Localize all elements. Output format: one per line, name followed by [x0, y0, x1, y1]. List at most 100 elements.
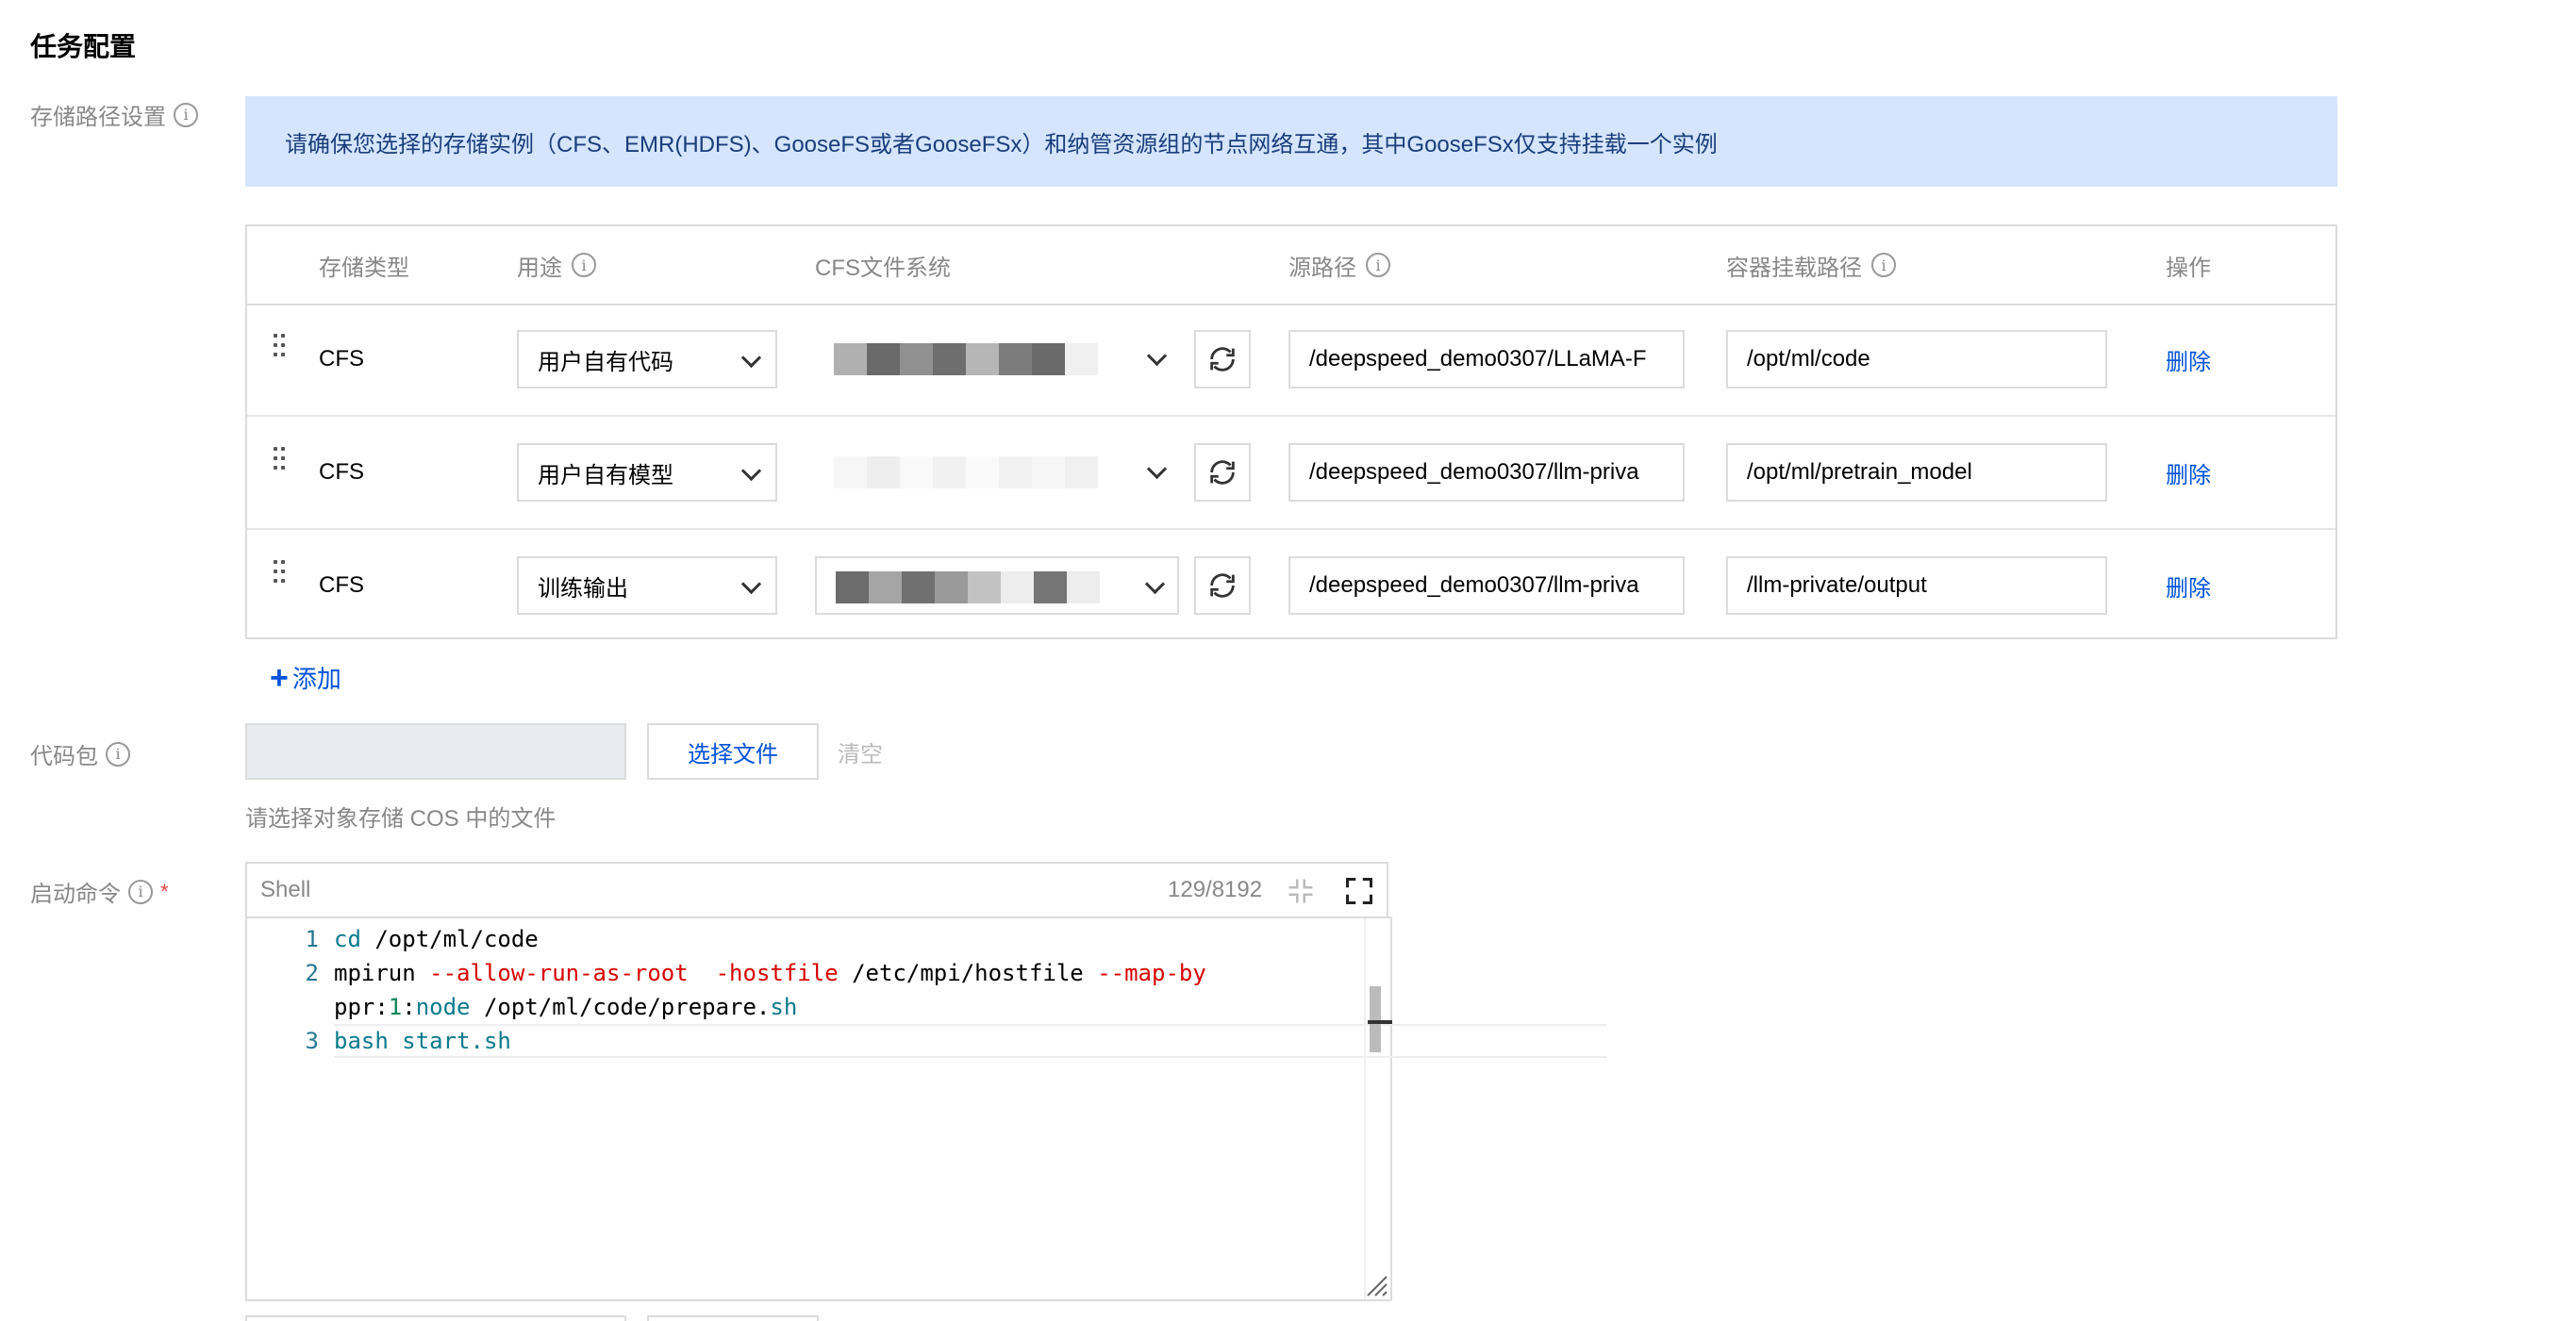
- line-number: 1: [305, 926, 319, 952]
- column-header-usage-text: 用途: [517, 255, 562, 281]
- code-token: /opt/ml/code: [360, 926, 539, 952]
- section-title: 任务配置: [30, 32, 137, 61]
- info-icon[interactable]: i: [128, 879, 153, 904]
- delete-link[interactable]: 删除: [2166, 417, 2211, 528]
- editor-scrollbar[interactable]: [1364, 918, 1394, 1299]
- editor-header: Shell 129/8192: [245, 862, 1388, 916]
- add-storage-label: 添加: [291, 665, 341, 693]
- column-header-source-path: 源路径 i: [1288, 226, 1390, 304]
- code-token: bash start.sh: [334, 1028, 511, 1054]
- character-count: 129/8192: [1168, 877, 1263, 902]
- table-row: CFS 用户自有代码 /deepspeed_demo0307/LLaMA-F /…: [247, 304, 2335, 417]
- column-header-filesystem: CFS文件系统: [815, 255, 951, 281]
- plus-icon: +: [270, 659, 289, 696]
- delete-link[interactable]: 删除: [2166, 530, 2211, 641]
- info-icon[interactable]: i: [174, 102, 198, 127]
- drag-handle-icon[interactable]: [274, 334, 289, 366]
- refresh-button[interactable]: [1194, 556, 1251, 615]
- code-token: 1: [388, 994, 403, 1020]
- code-token: --map-by: [1097, 960, 1206, 986]
- code-text: cd /opt/ml/code: [334, 922, 539, 956]
- storage-type: CFS: [319, 459, 364, 485]
- mount-path-input[interactable]: /llm-private/output: [1726, 556, 2107, 615]
- usage-select[interactable]: 用户自有代码: [517, 330, 777, 388]
- line-number: 3: [305, 1028, 319, 1054]
- code-token: :: [402, 994, 416, 1020]
- code-text: ppr:1:node /opt/ml/code/prepare.sh: [334, 990, 797, 1024]
- filesystem-select[interactable]: [815, 556, 1179, 615]
- code-token: cd: [334, 926, 361, 952]
- usage-select-value: 用户自有代码: [538, 349, 673, 375]
- start-command-label-text: 启动命令: [30, 882, 121, 907]
- refresh-button[interactable]: [1194, 443, 1251, 502]
- column-header-usage: 用途 i: [517, 226, 596, 304]
- scrollbar-thumb[interactable]: [1370, 986, 1381, 1052]
- column-header-source-path-text: 源路径: [1288, 255, 1356, 281]
- usage-select[interactable]: 用户自有模型: [517, 443, 777, 502]
- column-header-mount-path: 容器挂载路径 i: [1726, 226, 1896, 304]
- redacted-filesystem-name: [834, 343, 1098, 375]
- storage-type: CFS: [319, 572, 364, 598]
- mount-path-input[interactable]: /opt/ml/code: [1726, 330, 2107, 388]
- code-token: -hostfile: [715, 960, 839, 986]
- drag-handle-icon[interactable]: [274, 447, 289, 479]
- editor-language: Shell: [260, 877, 311, 902]
- info-icon[interactable]: i: [1871, 253, 1896, 277]
- source-path-input[interactable]: /deepspeed_demo0307/llm-priva: [1288, 443, 1685, 502]
- column-header-mount-path-text: 容器挂载路径: [1726, 255, 1862, 281]
- column-header-type: 存储类型: [319, 255, 409, 281]
- table-row: CFS 用户自有模型 /deepspeed_demo0307/llm-priva…: [247, 417, 2335, 530]
- redacted-filesystem-name: [834, 456, 1098, 488]
- code-token: mpirun: [334, 960, 430, 986]
- code-token: node: [415, 994, 471, 1020]
- source-path-input[interactable]: /deepspeed_demo0307/llm-priva: [1288, 556, 1685, 615]
- code-editor[interactable]: 1 cd /opt/ml/code 2 mpirun --allow-run-as-r…: [245, 916, 1607, 1301]
- code-package-path-field: [245, 723, 626, 780]
- resize-grip-icon[interactable]: [1360, 1269, 1388, 1297]
- code-package-label-text: 代码包: [30, 744, 98, 769]
- chevron-down-icon: [1144, 573, 1166, 595]
- code-text: bash start.sh: [334, 1024, 511, 1058]
- code-token: /opt/ml/code/prepare.: [470, 994, 771, 1020]
- info-icon[interactable]: i: [106, 741, 130, 767]
- usage-select-value: 用户自有模型: [538, 462, 673, 488]
- source-path-input[interactable]: /deepspeed_demo0307/LLaMA-F: [1288, 330, 1685, 388]
- filesystem-select[interactable]: [815, 443, 1179, 502]
- next-field-button: [647, 1315, 819, 1321]
- usage-select-value: 训练输出: [538, 575, 628, 602]
- storage-type: CFS: [319, 346, 364, 372]
- next-field-box: [245, 1315, 626, 1321]
- fullscreen-icon[interactable]: [1345, 877, 1373, 905]
- code-package-label: 代码包 i: [30, 737, 130, 770]
- chevron-down-icon: [1146, 458, 1168, 480]
- start-command-label: 启动命令 i *: [30, 875, 169, 908]
- storage-notice: 请确保您选择的存储实例（CFS、EMR(HDFS)、GooseFS或者Goose…: [245, 96, 2337, 187]
- add-storage-button[interactable]: + 添加: [270, 660, 341, 695]
- current-line-highlight: [334, 1024, 1607, 1058]
- mount-path-input[interactable]: /opt/ml/pretrain_model: [1726, 443, 2107, 502]
- refresh-button[interactable]: [1194, 330, 1251, 388]
- refresh-icon: [1210, 573, 1235, 598]
- code-package-hint: 请选择对象存储 COS 中的文件: [245, 806, 557, 832]
- delete-link[interactable]: 删除: [2166, 304, 2211, 415]
- info-icon[interactable]: i: [1366, 253, 1390, 277]
- clear-button[interactable]: 清空: [838, 723, 883, 780]
- storage-table: 存储类型 用途 i CFS文件系统 源路径 i 容器挂载路径 i 操作 CFS …: [245, 224, 2337, 639]
- usage-select[interactable]: 训练输出: [517, 556, 777, 615]
- drag-handle-icon[interactable]: [274, 560, 289, 592]
- code-text: mpirun --allow-run-as-root -hostfile /et…: [334, 956, 1206, 990]
- collapse-icon[interactable]: [1287, 877, 1315, 905]
- refresh-icon: [1210, 347, 1235, 372]
- scrollbar-cursor-marker: [1368, 1020, 1392, 1024]
- storage-path-label: 存储路径设置 i: [30, 98, 198, 131]
- storage-table-header: 存储类型 用途 i CFS文件系统 源路径 i 容器挂载路径 i 操作: [247, 226, 2335, 305]
- info-icon[interactable]: i: [572, 253, 596, 277]
- code-token: sh: [770, 994, 798, 1020]
- select-file-button[interactable]: 选择文件: [647, 723, 819, 780]
- redacted-filesystem-name: [836, 571, 1100, 603]
- column-header-action: 操作: [2166, 255, 2211, 281]
- filesystem-select[interactable]: [815, 330, 1179, 388]
- table-row: CFS 训练输出 /deepspeed_demo0307/llm-priva /…: [247, 530, 2335, 641]
- code-token: --allow-run-as-root: [429, 960, 689, 986]
- chevron-down-icon: [740, 460, 762, 482]
